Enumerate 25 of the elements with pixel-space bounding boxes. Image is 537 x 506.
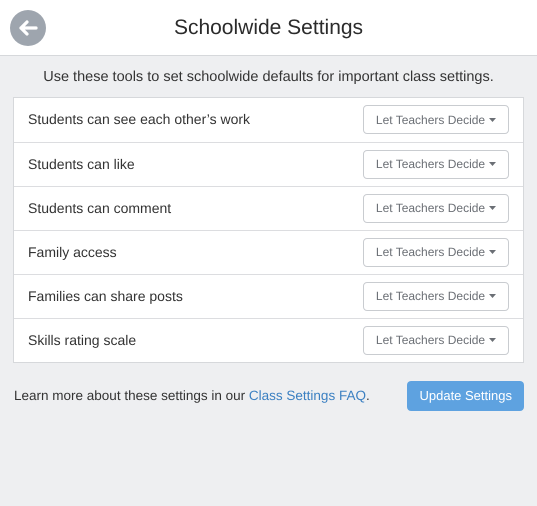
setting-dropdown[interactable]: Let Teachers Decide [363, 105, 509, 134]
caret-icon [489, 250, 496, 254]
back-button[interactable] [10, 10, 46, 46]
setting-dropdown[interactable]: Let Teachers Decide [363, 194, 509, 223]
caret-icon [489, 118, 496, 122]
setting-label: Students can comment [28, 198, 172, 218]
intro-text: Use these tools to set schoolwide defaults for important class settings. [42, 68, 495, 87]
caret-icon [489, 294, 496, 298]
caret-icon [489, 338, 496, 342]
setting-label: Families can share posts [28, 286, 183, 306]
caret-icon [489, 206, 496, 210]
setting-label: Family access [28, 242, 117, 262]
setting-label: Skills rating scale [28, 330, 136, 350]
setting-dropdown[interactable]: Let Teachers Decide [363, 150, 509, 179]
setting-dropdown[interactable]: Let Teachers Decide [363, 282, 509, 311]
setting-label: Students can see each other’s work [28, 110, 250, 130]
faq-sentence: Learn more about these settings in our Class Settings FAQ. [14, 386, 370, 405]
setting-dropdown[interactable]: Let Teachers Decide [363, 326, 509, 355]
left-arrow-icon [18, 20, 38, 36]
update-settings-button[interactable]: Update Settings [407, 380, 524, 411]
setting-dropdown[interactable]: Let Teachers Decide [363, 238, 509, 267]
setting-label: Students can like [28, 154, 135, 174]
page-title: Schoolwide Settings [174, 14, 364, 41]
faq-link[interactable]: Class Settings FAQ [248, 388, 366, 403]
caret-icon [489, 162, 496, 166]
